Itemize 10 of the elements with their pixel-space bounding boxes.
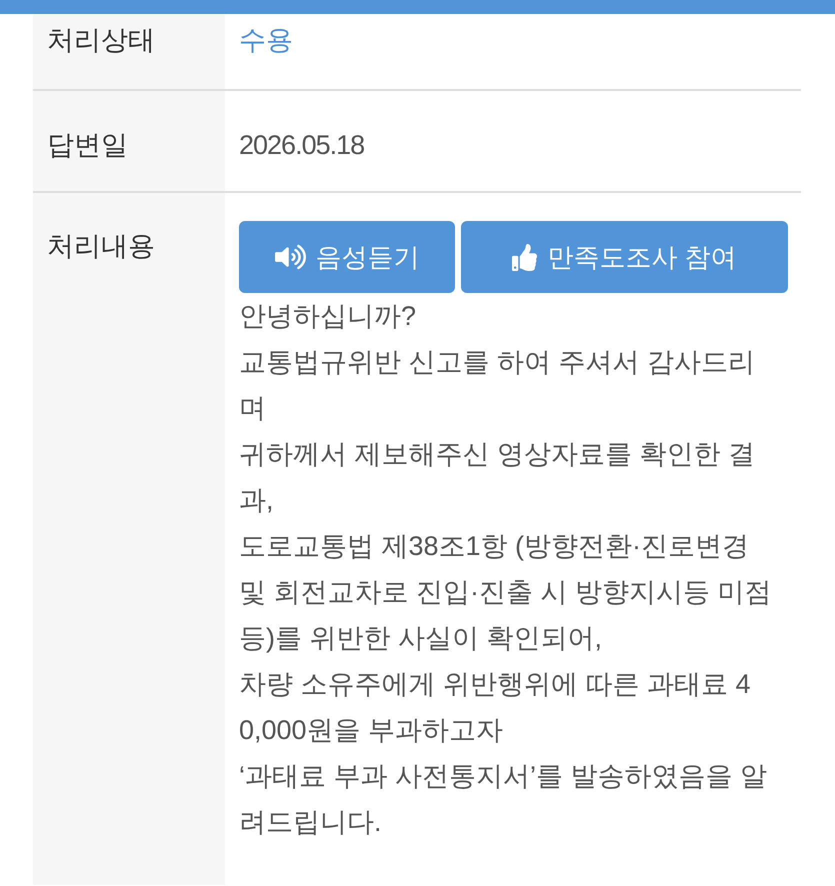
field-label: 답변일: [47, 129, 128, 162]
listen-button[interactable]: 음성듣기: [239, 221, 455, 293]
survey-button[interactable]: 만족도조사 참여: [461, 221, 788, 293]
thumbs-up-icon: [512, 244, 538, 270]
field-label: 처리내용: [47, 230, 155, 263]
status-value: 수용: [239, 24, 293, 57]
answer-date: 2026.05.18: [239, 129, 364, 162]
reply-message: 안녕하십니까? 교통법규위반 신고를 하여 주셔서 감사드리 며 귀하께서 제보해주신 영상자료를 확인한 결 과, 도로교통법 제38조1항 (방향전환·진로변경 및 회전교차로 진입·진출 시 방향지시등 미점 등)를 위반한 사실이 확인되어, 차량 소유주에게 위반행위에 따른 과태료 4 0,000원을 부과하고자 ‘과태료 부과 사전통지서’를 발송하였음을 알 려드립니다.: [239, 300, 772, 839]
field-label: 처리상태: [47, 24, 155, 57]
speaker-icon: [274, 244, 306, 270]
